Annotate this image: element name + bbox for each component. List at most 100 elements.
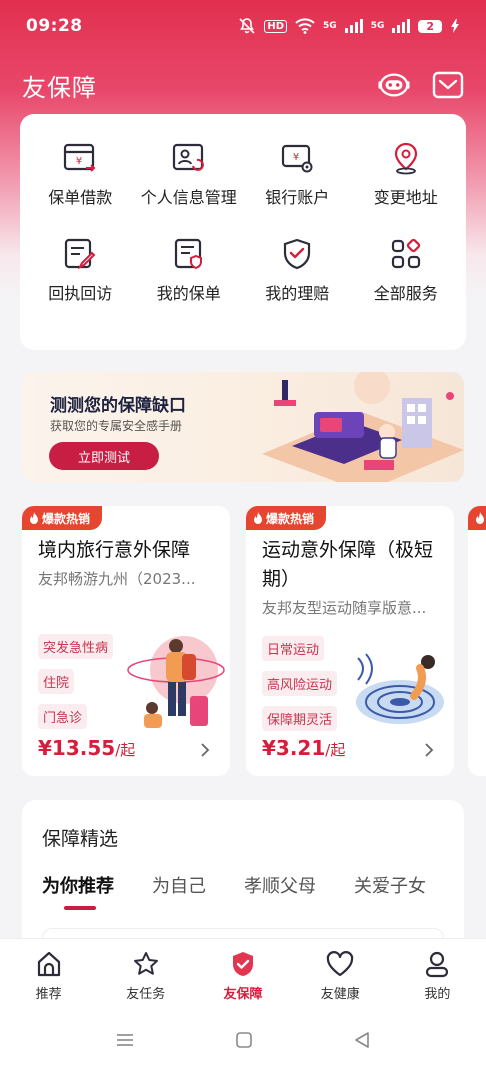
shield-icon (233, 952, 253, 976)
product-subtitle: 友邦畅游九州（2023... (38, 570, 196, 588)
charging-bolt-icon (451, 19, 459, 33)
heart-icon (327, 951, 354, 977)
flame-icon (30, 512, 38, 524)
loan-icon: ¥ (64, 143, 96, 172)
price-unit: /起 (325, 741, 346, 759)
tab-parents[interactable]: 孝顺父母 (244, 872, 316, 898)
nav-mine[interactable]: 我的 (389, 939, 486, 1010)
nav-label: 友任务 (126, 987, 166, 1002)
service-receipt-visit[interactable]: 回执回访 (26, 236, 135, 332)
bottom-navigation: 推荐 友任务 友保障 友健康 我的 (0, 938, 486, 1010)
claim-shield-icon (284, 238, 311, 270)
tab-for-self[interactable]: 为自己 (152, 872, 206, 898)
picks-tabs: 为你推荐 为自己 孝顺父母 关爱子女 (42, 872, 426, 910)
banner-subtitle: 获取您的专属安全感手册 (50, 419, 183, 433)
sports-illustration (356, 653, 444, 724)
hot-sale-label: 爆款热销 (42, 511, 91, 526)
nav-label: 我的 (424, 987, 451, 1002)
service-label: 个人信息管理 (140, 188, 237, 207)
policy-icon (174, 238, 202, 270)
signal-icon (344, 19, 363, 33)
protection-gap-banner[interactable]: 测测您的保障缺口 获取您的专属安全感手册 立即测试 (22, 372, 464, 482)
tab-label: 关爱子女 (354, 876, 426, 897)
product-tag: 住院 (38, 669, 75, 694)
product-tag: 高风险运动 (262, 671, 338, 696)
messages-button[interactable] (432, 69, 464, 101)
service-label: 我的保单 (156, 284, 221, 303)
product-tag: 门急诊 (38, 704, 88, 729)
hd-badge: HD (264, 19, 288, 33)
flame-icon (476, 512, 484, 524)
user-icon (426, 951, 449, 978)
section-title: 保障精选 (42, 828, 119, 850)
menu-icon[interactable] (115, 1032, 135, 1048)
service-all-services[interactable]: 全部服务 (352, 236, 461, 332)
nav-tasks[interactable]: 友任务 (97, 939, 194, 1010)
price-value: ¥13.55 (38, 736, 116, 760)
services-grid: ¥ 保单借款 个人信息管理 ¥ 银行账户 变更地址 回执回访 我的保单 我的理赔… (20, 114, 466, 350)
app-header: 友保障 (0, 62, 486, 108)
product-title: 运动意外保障（极短期） (262, 539, 434, 590)
service-label: 回执回访 (48, 284, 113, 303)
tab-label: 孝顺父母 (244, 876, 316, 897)
home-square-icon[interactable] (235, 1031, 253, 1049)
product-card-sports[interactable]: 爆款热销 运动意外保障（极短期） 友邦友型运动随享版意... 日常运动 高风险运… (246, 506, 454, 776)
home-icon (37, 951, 60, 977)
hot-sale-badge: 爆款热销 (22, 506, 103, 530)
page-title: 友保障 (22, 73, 97, 102)
svg-text:¥: ¥ (293, 152, 299, 163)
battery-indicator: 2 (418, 19, 442, 33)
bank-account-icon: ¥ (282, 144, 313, 173)
banner-title: 测测您的保障缺口 (50, 396, 186, 416)
tab-label: 为你推荐 (42, 876, 114, 897)
mail-icon (432, 71, 464, 99)
profile-card-icon (172, 143, 204, 171)
hot-sale-label: 爆款热销 (266, 511, 315, 526)
traveler-illustration (127, 636, 225, 728)
back-triangle-icon[interactable] (353, 1031, 371, 1049)
service-label: 全部服务 (373, 284, 438, 303)
status-icons: HD 5G 5G 2 (238, 17, 460, 35)
product-tag: 突发急性病 (38, 634, 114, 659)
service-personal-info[interactable]: 个人信息管理 (135, 140, 244, 236)
receipt-edit-icon (65, 238, 96, 270)
signal-icon-2 (392, 19, 411, 33)
product-tags: 日常运动 高风险运动 保障期灵活 (262, 636, 338, 731)
nav-recommend[interactable]: 推荐 (0, 939, 97, 1010)
svg-text:¥: ¥ (76, 156, 82, 167)
product-tag: 保障期灵活 (262, 706, 338, 731)
nav-label: 推荐 (35, 987, 62, 1002)
system-navigation-bar (0, 1010, 486, 1069)
product-card-travel[interactable]: 爆款热销 境内旅行意外保障 友邦畅游九州（2023... 突发急性病 住院 门急… (22, 506, 230, 776)
chevron-right-icon (201, 743, 210, 757)
nav-protection[interactable]: 友保障 (194, 939, 291, 1010)
product-tags: 突发急性病 住院 门急诊 (38, 634, 114, 729)
service-label: 我的理赔 (265, 284, 330, 303)
chevron-right-icon (425, 743, 434, 757)
hot-sale-badge: 爆款热销 (246, 506, 327, 530)
service-my-claims[interactable]: 我的理赔 (243, 236, 352, 332)
product-tag: 日常运动 (262, 636, 325, 661)
service-change-address[interactable]: 变更地址 (352, 140, 461, 236)
price-value: ¥3.21 (262, 736, 326, 760)
service-label: 银行账户 (265, 188, 330, 207)
tab-label: 为自己 (152, 876, 206, 897)
service-policy-loan[interactable]: ¥ 保单借款 (26, 140, 135, 236)
tab-recommended[interactable]: 为你推荐 (42, 872, 114, 910)
product-card-peek[interactable] (468, 506, 486, 776)
service-label: 保单借款 (48, 188, 113, 207)
product-subtitle: 友邦友型运动随享版意... (262, 599, 427, 617)
service-bank-account[interactable]: ¥ 银行账户 (243, 140, 352, 236)
robot-icon (378, 73, 410, 97)
status-time: 09:28 (26, 16, 83, 36)
tab-children[interactable]: 关爱子女 (354, 872, 426, 898)
all-services-icon (391, 238, 420, 269)
nav-health[interactable]: 友健康 (292, 939, 389, 1010)
banner-illustration (262, 372, 464, 482)
service-my-policy[interactable]: 我的保单 (135, 236, 244, 332)
customer-service-robot-button[interactable] (378, 69, 410, 101)
product-price: ¥13.55/起 (38, 736, 135, 760)
test-now-button[interactable]: 立即测试 (49, 442, 159, 470)
protection-picks-section: 保障精选 为你推荐 为自己 孝顺父母 关爱子女 (22, 800, 464, 968)
service-label: 变更地址 (373, 188, 438, 207)
